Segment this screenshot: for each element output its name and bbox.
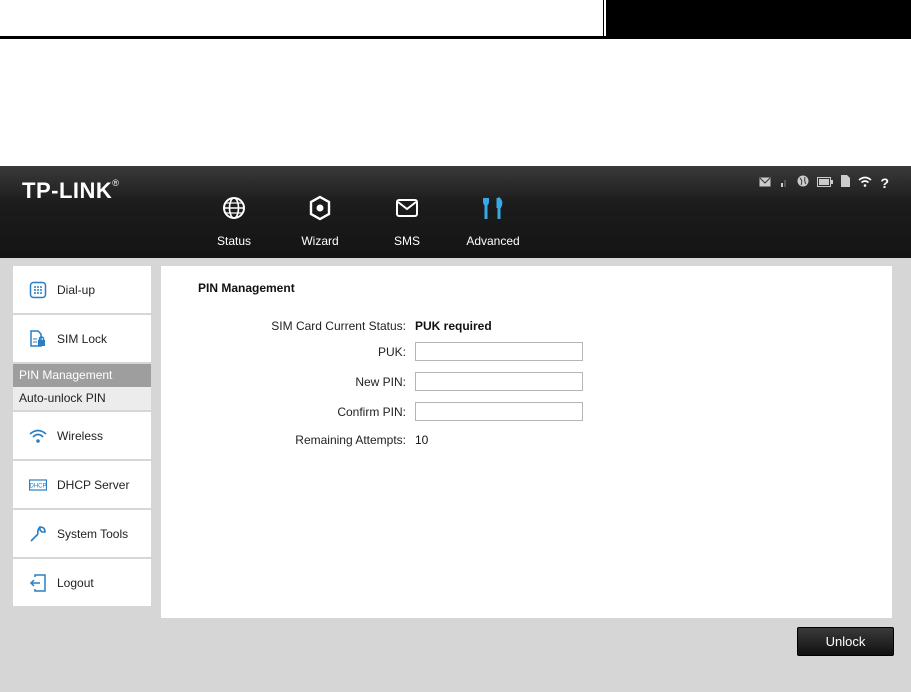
sidebar-item-dhcp-server[interactable]: DHCP DHCP Server [13,461,151,510]
wrench-icon [30,525,46,542]
pin-management-panel: PIN Management SIM Card Current Status: … [161,266,892,618]
top-bar: TP-LINK® ? Status Wizard SMS Advanced [0,166,911,258]
nav-sms[interactable]: SMS [367,194,447,258]
dhcp-icon: DHCP [29,478,47,491]
sidebar-item-label: Dial-up [57,282,96,297]
sidebar-subitem-pin-management[interactable]: PIN Management [13,364,151,387]
sidebar-item-label: Wireless [57,428,104,443]
wizard-icon [309,195,331,221]
logout-icon [29,573,46,592]
sim-status-label: SIM Card Current Status: [271,319,406,333]
sim-status-row: SIM Card Current Status: PUK required [161,316,892,338]
page-title: PIN Management [198,281,295,295]
internet-icon [797,174,809,192]
signal-icon [779,174,789,192]
sidebar-item-label: DHCP Server [57,477,130,492]
nav-advanced[interactable]: Advanced [453,194,533,258]
wifi-icon [29,429,47,443]
sidebar-item-system-tools[interactable]: System Tools [13,510,151,559]
sidebar-item-label: System Tools [57,526,129,541]
confirm-pin-row: Confirm PIN: [161,402,892,424]
remaining-attempts-label: Remaining Attempts: [295,433,406,447]
nav-status[interactable]: Status [194,194,274,258]
nav-wizard-label: Wizard [301,234,339,248]
battery-icon [817,174,834,192]
document-header-left [0,0,604,36]
sim-lock-icon [30,329,45,347]
globe-icon [223,197,245,219]
confirm-pin-input[interactable] [415,402,583,421]
envelope-icon [396,199,418,217]
new-pin-row: New PIN: [161,372,892,394]
sidebar-subitem-auto-unlock-pin[interactable]: Auto-unlock PIN [13,387,151,412]
document-header-rule [0,36,911,39]
sidebar-item-label: SIM Lock [57,331,108,346]
nav-status-label: Status [216,234,252,248]
sidebar-item-label: Logout [57,575,94,590]
wifi-icon [858,174,872,192]
tools-icon [483,196,503,219]
nav-wizard[interactable]: Wizard [280,194,360,258]
new-pin-label: New PIN: [355,375,406,389]
router-admin-window: TP-LINK® ? Status Wizard SMS Advanced Di… [0,166,911,692]
puk-label: PUK: [377,345,406,359]
nav-advanced-label: Advanced [466,234,520,248]
sidebar-item-logout[interactable]: Logout [13,559,151,608]
confirm-pin-label: Confirm PIN: [337,405,406,419]
puk-input[interactable] [415,342,583,361]
svg-text:DHCP: DHCP [29,483,46,489]
unlock-button[interactable]: Unlock [797,627,894,656]
sidebar-item-dial-up[interactable]: Dial-up [13,266,151,315]
new-pin-input[interactable] [415,372,583,391]
document-header-right [606,0,911,39]
sms-icon[interactable] [759,174,771,192]
help-icon[interactable]: ? [880,176,889,190]
sim-icon [841,174,851,192]
tp-link-logo: TP-LINK® [22,178,120,203]
sidebar-item-sim-lock[interactable]: SIM Lock [13,315,151,364]
sidebar-item-wireless[interactable]: Wireless [13,412,151,461]
sidebar: Dial-up SIM Lock PIN Management Auto-unl… [13,266,151,608]
puk-row: PUK: [161,342,892,364]
remaining-attempts-row: Remaining Attempts: 10 [161,430,892,452]
nav-sms-label: SMS [393,234,420,248]
remaining-attempts-value: 10 [415,433,429,447]
status-icon-bar: ? [759,174,889,192]
dialpad-icon [29,281,47,298]
sim-status-value: PUK required [415,319,492,333]
